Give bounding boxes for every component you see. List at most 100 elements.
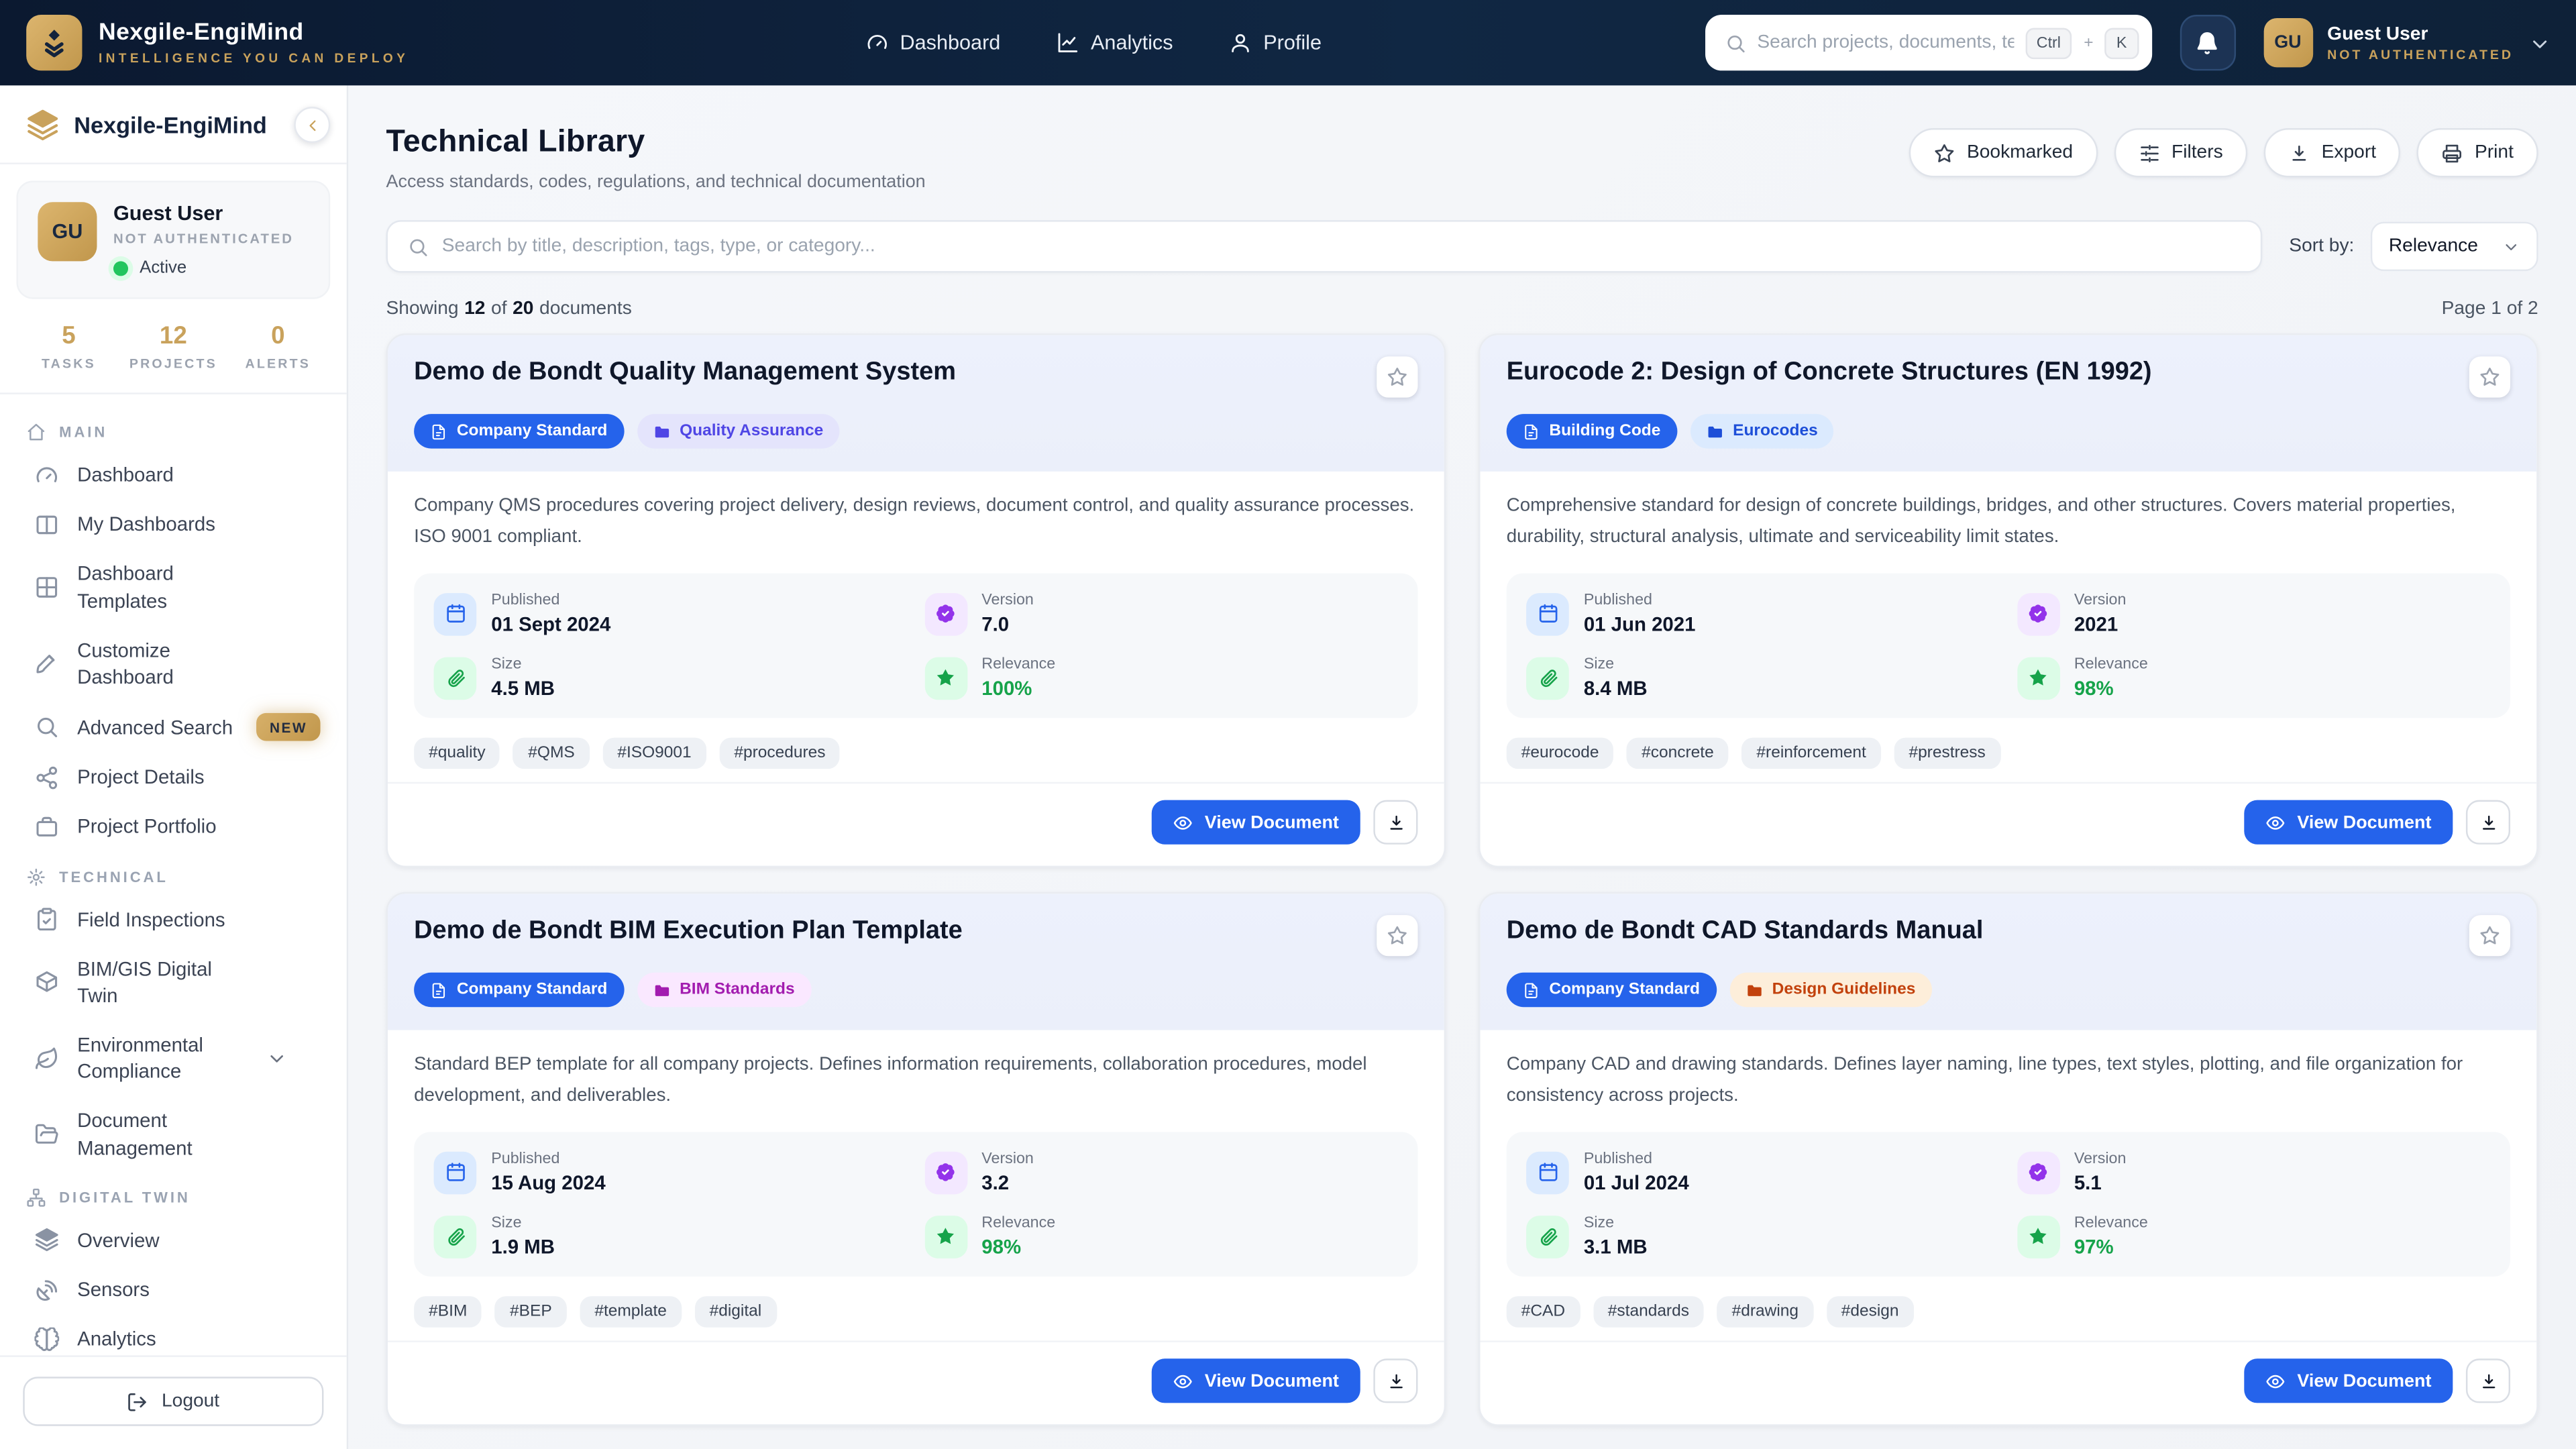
print-button[interactable]: Print xyxy=(2417,128,2538,178)
tag[interactable]: #procedures xyxy=(719,738,841,770)
download-icon xyxy=(2481,814,2495,829)
sidebar-item-analytics[interactable]: Analytics xyxy=(13,1315,334,1356)
download-button[interactable] xyxy=(1373,1358,1418,1403)
tag[interactable]: #digital xyxy=(694,1297,777,1328)
tag[interactable]: #BEP xyxy=(494,1297,567,1328)
sidebar-item-project-details[interactable]: Project Details xyxy=(13,753,334,802)
bookmark-star-button[interactable] xyxy=(1377,356,1418,398)
tag[interactable]: #prestress xyxy=(1894,738,2000,770)
type-badge[interactable]: Building Code xyxy=(1506,414,1677,449)
status-dot xyxy=(113,260,129,276)
tag[interactable]: #design xyxy=(1826,1297,1914,1328)
tag[interactable]: #template xyxy=(580,1297,682,1328)
sidebar-item-sensors[interactable]: Sensors xyxy=(13,1265,334,1315)
meta-relevance: Relevance 97% xyxy=(2017,1215,2491,1259)
download-button[interactable] xyxy=(2465,800,2511,845)
view-document-button[interactable]: View Document xyxy=(2244,800,2453,845)
meta-icon-box xyxy=(1526,1216,1569,1258)
tag[interactable]: #quality xyxy=(414,738,500,770)
sidebar-item-dashboard[interactable]: Dashboard xyxy=(13,450,334,500)
sidebar-item-label: Environmental Compliance xyxy=(77,1033,203,1083)
bookmarked-button[interactable]: Bookmarked xyxy=(1909,128,2098,178)
navbar-item-analytics[interactable]: Analytics xyxy=(1057,32,1173,54)
type-badge[interactable]: Company Standard xyxy=(1506,972,1717,1008)
tag[interactable]: #standards xyxy=(1593,1297,1705,1328)
sidebar-item-document-management[interactable]: Document Management xyxy=(13,1097,334,1173)
logout-icon xyxy=(129,1392,147,1411)
sidebar-user-info: Guest User NOT AUTHENTICATED Active xyxy=(113,202,294,278)
view-document-button[interactable]: View Document xyxy=(2244,1358,2453,1403)
sidebar-item-label: BIM/GIS Digital Twin xyxy=(77,957,212,1007)
sidebar-item-project-portfolio[interactable]: Project Portfolio xyxy=(13,802,334,852)
user-menu[interactable]: GU Guest User NOT AUTHENTICATED xyxy=(2263,17,2550,68)
sidebar-item-field-inspections[interactable]: Field Inspections xyxy=(13,894,334,944)
tag[interactable]: #reinforcement xyxy=(1741,738,1881,770)
results-summary: Showing 12 of 20 documents xyxy=(386,299,632,319)
starfill-icon xyxy=(936,1228,954,1245)
logout-button[interactable]: Logout xyxy=(23,1377,324,1426)
meta-text: Size 4.5 MB xyxy=(491,656,555,700)
sidebar-collapse-button[interactable] xyxy=(294,107,331,144)
global-search-input[interactable] xyxy=(1757,32,2014,53)
type-badge-label: Company Standard xyxy=(456,981,608,999)
category-badge[interactable]: Eurocodes xyxy=(1690,414,1835,449)
category-badge[interactable]: BIM Standards xyxy=(637,972,812,1008)
type-badge[interactable]: Company Standard xyxy=(414,972,624,1008)
document-card-demo-de-bondt-cad-standards-manual: Demo de Bondt CAD Standards Manual Compan… xyxy=(1479,892,2538,1426)
star-icon xyxy=(1387,926,1407,945)
tag[interactable]: #concrete xyxy=(1627,738,1729,770)
bookmark-star-button[interactable] xyxy=(2469,356,2511,398)
chevdown-icon xyxy=(270,1055,283,1063)
download-button[interactable] xyxy=(2465,1358,2511,1403)
tag[interactable]: #eurocode xyxy=(1506,738,1614,770)
sidebar-item-my-dashboards[interactable]: My Dashboards xyxy=(13,500,334,549)
chevdown-icon xyxy=(2506,243,2517,250)
starfill-icon xyxy=(2029,669,2047,686)
meta-size: Size 3.1 MB xyxy=(1526,1215,2000,1259)
sidebar-item-dashboard-templates[interactable]: Dashboard Templates xyxy=(13,549,334,626)
tag[interactable]: #drawing xyxy=(1717,1297,1814,1328)
library-search-input[interactable] xyxy=(441,236,2242,257)
tag[interactable]: #QMS xyxy=(513,738,590,770)
tag[interactable]: #ISO9001 xyxy=(602,738,706,770)
download-button[interactable] xyxy=(1373,800,1418,845)
section-header-technical: TECHNICAL xyxy=(13,852,334,895)
filters-button[interactable]: Filters xyxy=(2114,128,2248,178)
navbar-item-profile[interactable]: Profile xyxy=(1229,32,1322,54)
sidebar-item-customize-dashboard[interactable]: Customize Dashboard xyxy=(13,625,334,702)
category-badge[interactable]: Design Guidelines xyxy=(1729,972,1932,1008)
folder-icon xyxy=(654,425,669,437)
stat-value: 12 xyxy=(159,322,187,350)
section-header-digital-twin: DIGITAL TWIN xyxy=(13,1173,334,1216)
tag[interactable]: #BIM xyxy=(414,1297,482,1328)
sidebar-item-bim-gis-digital-twin[interactable]: BIM/GIS Digital Twin xyxy=(13,944,334,1020)
sidebar-item-advanced-search[interactable]: Advanced Search NEW xyxy=(13,702,334,753)
chevleft-icon xyxy=(309,119,315,130)
bookmark-star-button[interactable] xyxy=(1377,915,1418,957)
category-badge[interactable]: Quality Assurance xyxy=(637,414,840,449)
tag[interactable]: #CAD xyxy=(1506,1297,1580,1328)
view-document-button[interactable]: View Document xyxy=(1152,800,1360,845)
brand-logo[interactable] xyxy=(26,15,83,71)
navbar-item-dashboard[interactable]: Dashboard xyxy=(865,32,1000,54)
stat-tasks: 5 TASKS xyxy=(16,322,121,371)
view-document-button[interactable]: View Document xyxy=(1152,1358,1360,1403)
meta-published: Published 01 Sept 2024 xyxy=(433,592,908,637)
sidebar-item-overview[interactable]: Overview xyxy=(13,1216,334,1265)
bookmark-star-button[interactable] xyxy=(2469,915,2511,957)
meta-relevance: Relevance 98% xyxy=(924,1215,1399,1259)
badge-row: Building Code Eurocodes xyxy=(1506,414,2510,449)
section-label: DIGITAL TWIN xyxy=(59,1189,191,1206)
results-mid: of xyxy=(491,299,507,319)
category-badge-label: Quality Assurance xyxy=(680,422,824,441)
type-badge[interactable]: Company Standard xyxy=(414,414,624,449)
notifications-button[interactable] xyxy=(2179,15,2236,71)
meta-text: Relevance 98% xyxy=(2074,656,2148,700)
results-total: 20 xyxy=(513,299,534,319)
meta-value: 01 Sept 2024 xyxy=(491,613,611,637)
sort-select[interactable]: Relevance xyxy=(2370,221,2538,272)
export-button[interactable]: Export xyxy=(2263,128,2401,178)
sidebar-item-environmental-compliance[interactable]: Environmental Compliance xyxy=(13,1020,334,1097)
sidebar-section-digital-twin: DIGITAL TWIN Overview Sensors Analytics xyxy=(13,1173,334,1355)
stat-label: TASKS xyxy=(41,356,96,372)
